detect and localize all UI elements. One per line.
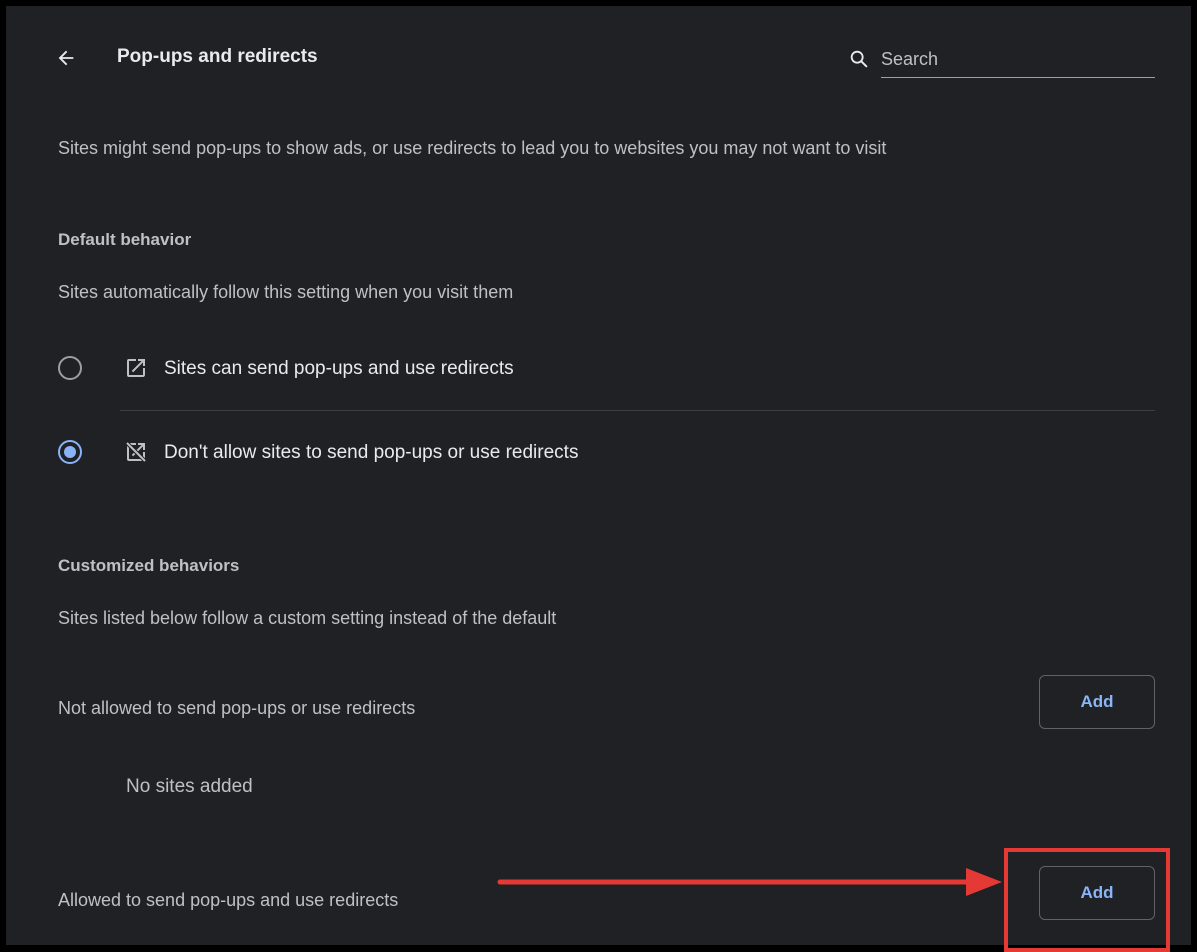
back-button[interactable] [50,42,82,74]
radio-label-block: Don't allow sites to send pop-ups or use… [164,442,579,463]
settings-page: Pop-ups and redirects Sites might send p… [12,12,1185,952]
page-title: Pop-ups and redirects [117,46,318,67]
annotation-highlight-box [1004,848,1170,952]
radio-option-allow[interactable]: Sites can send pop-ups and use redirects [52,338,1155,398]
radio-button-allow[interactable] [58,356,82,380]
radio-label-allow: Sites can send pop-ups and use redirects [164,358,514,379]
page-description: Sites might send pop-ups to show ads, or… [58,138,887,158]
search-icon [850,50,868,68]
arrow-left-icon [58,50,74,66]
divider [120,410,1155,411]
customized-behaviors-subtext: Sites listed below follow a custom setti… [58,608,557,628]
allowed-list-label: Allowed to send pop-ups and use redirect… [58,890,399,910]
customized-behaviors-heading: Customized behaviors [58,556,240,575]
annotation-arrow-icon [497,868,1002,896]
open-in-new-icon [127,359,145,377]
radio-option-block[interactable]: Don't allow sites to send pop-ups or use… [52,422,1155,482]
open-in-new-off-icon [125,441,147,463]
search-box[interactable] [844,40,1155,80]
default-behavior-heading: Default behavior [58,230,192,249]
search-input[interactable] [881,42,1155,78]
default-behavior-subtext: Sites automatically follow this setting … [58,282,514,302]
no-sites-added-text: No sites added [126,776,253,797]
window-frame: Pop-ups and redirects Sites might send p… [0,0,1197,952]
not-allowed-list-label: Not allowed to send pop-ups or use redir… [58,698,416,718]
add-not-allowed-site-button[interactable]: Add [1039,675,1155,729]
radio-button-block[interactable] [58,440,82,464]
